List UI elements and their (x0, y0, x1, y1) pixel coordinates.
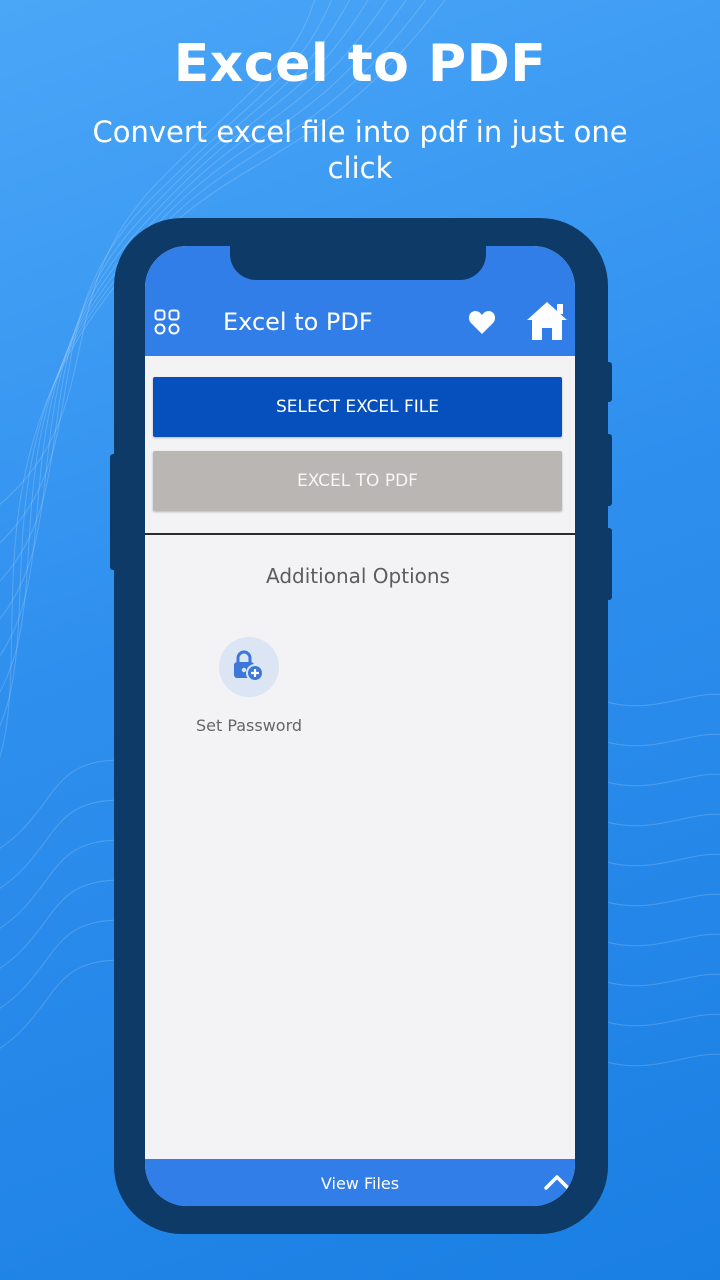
set-password-label: Set Password (195, 716, 303, 735)
app-screen: Excel to PDF SELECT EXCEL FILE EXCEL TO … (145, 246, 575, 1206)
chevron-up-icon[interactable] (543, 1173, 571, 1191)
set-password-button[interactable] (219, 637, 279, 697)
heart-icon[interactable] (468, 309, 496, 335)
phone-notch (230, 238, 486, 280)
home-icon[interactable] (525, 300, 569, 342)
view-files-bar[interactable]: View Files (145, 1159, 575, 1206)
promo-subline: Convert excel file into pdf in just one … (92, 115, 628, 185)
select-excel-file-button[interactable]: SELECT EXCEL FILE (153, 377, 562, 437)
app-title: Excel to PDF (223, 308, 373, 336)
divider (145, 533, 575, 535)
additional-options-title: Additional Options (266, 564, 450, 588)
lock-plus-icon (234, 650, 264, 682)
grid-icon[interactable] (154, 309, 180, 335)
view-files-label: View Files (320, 1174, 400, 1193)
excel-to-pdf-button[interactable]: EXCEL TO PDF (153, 451, 562, 511)
promo-headline: Excel to PDF (173, 34, 547, 94)
